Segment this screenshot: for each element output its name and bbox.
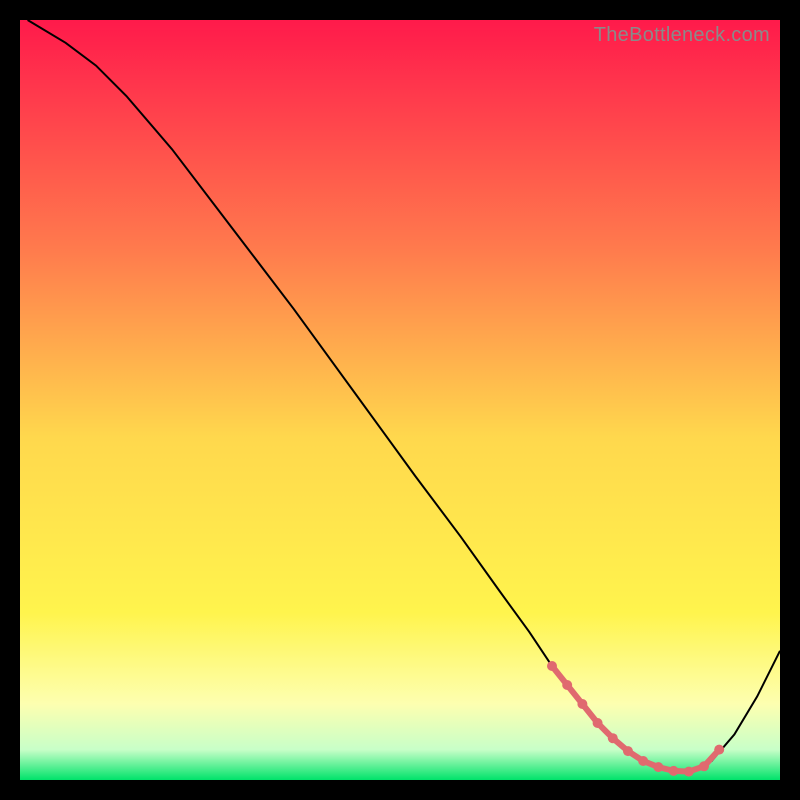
watermark-text: TheBottleneck.com — [594, 24, 770, 47]
chart-svg — [20, 20, 780, 780]
gradient-background — [20, 20, 780, 780]
chart-frame: TheBottleneck.com — [20, 20, 780, 780]
